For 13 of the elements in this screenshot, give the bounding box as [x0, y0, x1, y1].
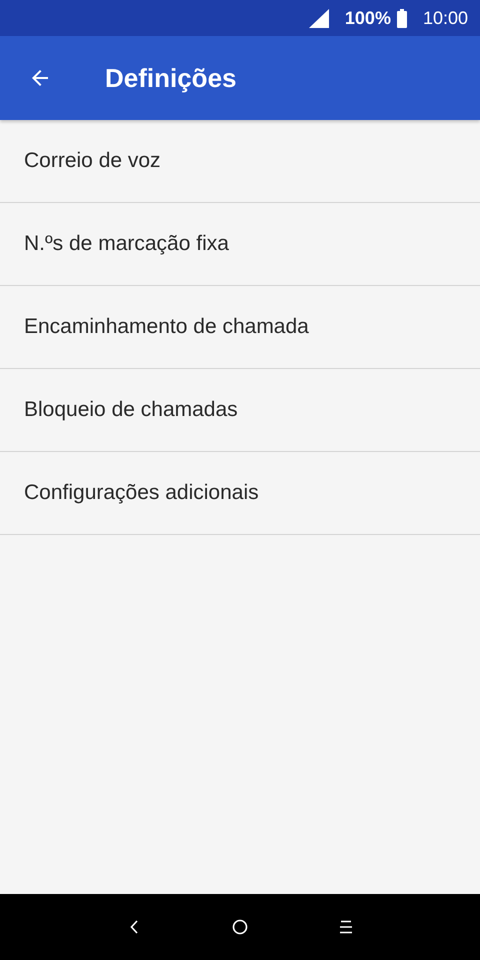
menu-icon: [339, 920, 353, 934]
screen-title: Definições: [105, 62, 236, 94]
status-time: 10:00: [422, 8, 468, 28]
settings-item[interactable]: Configurações adicionais: [0, 452, 480, 535]
settings-item[interactable]: N.ºs de marcação fixa: [0, 203, 480, 286]
settings-item[interactable]: Correio de voz: [0, 120, 480, 203]
settings-item[interactable]: Encaminhamento de chamada: [0, 286, 480, 369]
battery-percentage: 100%: [344, 8, 391, 28]
circle-icon: [232, 919, 248, 935]
settings-item[interactable]: Bloqueio de chamadas: [0, 369, 480, 452]
battery-icon: [396, 8, 407, 28]
chevron-left-icon: [130, 920, 138, 934]
signal-icon: [308, 8, 329, 28]
